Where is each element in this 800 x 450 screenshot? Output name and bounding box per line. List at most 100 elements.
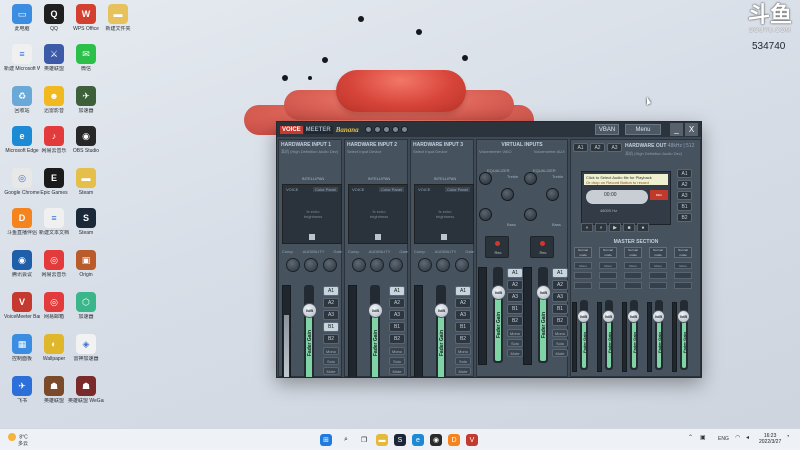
hw-out-a2[interactable]: A2 — [590, 143, 605, 152]
desktop-icon[interactable]: ☗ 英雄联盟 WeGame — [68, 376, 104, 404]
virtual-aux-mute-button[interactable]: Mute — [552, 349, 568, 357]
master-extra-button[interactable] — [599, 282, 617, 289]
master-mode-button[interactable]: Normal mode — [624, 247, 642, 258]
virtual-vaio-rec-box[interactable]: Rec — [485, 236, 509, 258]
search-icon[interactable]: ⌕ — [340, 434, 352, 446]
task-view-icon[interactable]: ❐ — [358, 434, 370, 446]
desktop-icon[interactable]: V VoiceMeeter Banana — [4, 292, 40, 320]
color-panel-button[interactable]: Color Panel — [313, 187, 338, 192]
file-explorer-icon[interactable]: ▬ — [376, 434, 388, 446]
voicemeeter-titlebar[interactable]: VOICE MEETER Banana VBAN Menu _ X — [277, 122, 701, 137]
master-mono-button[interactable]: Mono — [599, 262, 617, 269]
virtual-aux-fader-knob[interactable]: 0dB — [536, 285, 551, 300]
desktop-icon[interactable]: ♪ 网易云音乐 — [36, 126, 72, 154]
play-button[interactable]: ▶ — [609, 223, 621, 232]
desktop-icon[interactable]: ▣ Origin — [68, 250, 104, 278]
desktop-icon[interactable]: ✈ 加速器 — [68, 86, 104, 114]
solo-button[interactable]: Solo — [389, 357, 405, 365]
bus-a1-button[interactable]: A1 — [455, 286, 471, 296]
desktop-icon[interactable]: W WPS Office — [68, 4, 104, 32]
master-fader-knob[interactable]: 0dB — [627, 310, 640, 323]
desktop-icon[interactable]: e Microsoft Edge — [4, 126, 40, 154]
desktop-icon[interactable]: ≡ 新建文本文档 — [36, 208, 72, 236]
color-panel-button[interactable]: Color Panel — [445, 187, 470, 192]
gate-knob[interactable] — [455, 258, 469, 272]
forward-button[interactable]: » — [595, 223, 607, 232]
mono-button[interactable]: Mono — [389, 347, 405, 355]
fader-gain-knob[interactable]: 0dB — [302, 303, 317, 318]
master-extra-button[interactable] — [674, 282, 692, 289]
tape-out-a1[interactable]: A1 — [677, 169, 692, 178]
gate-knob[interactable] — [323, 258, 337, 272]
desktop-icon[interactable]: ◎ Google Chrome — [4, 168, 40, 196]
mute-button[interactable]: Mute — [455, 367, 471, 375]
hw-out-a1[interactable]: A1 — [573, 143, 588, 152]
solo-button[interactable]: Solo — [323, 357, 339, 365]
intellipan-pad[interactable]: INTELLIPAN VOICE Color Panel fx echo brightn… — [414, 176, 474, 244]
master-fader-knob[interactable]: 0dB — [677, 310, 690, 323]
master-extra-button[interactable] — [624, 282, 642, 289]
master-extra-button[interactable] — [649, 282, 667, 289]
virtual-vaio-fader-knob[interactable]: 0dB — [491, 285, 506, 300]
bus-a3-button[interactable]: A3 — [323, 310, 339, 320]
desktop-icon[interactable]: ▦ 控制面板 — [4, 334, 40, 362]
bus-b2-button[interactable]: B2 — [323, 334, 339, 344]
volume-icon[interactable]: ◂ — [746, 434, 749, 441]
desktop-icon[interactable]: ◉ 腾讯会议 — [4, 250, 40, 278]
master-eq-button[interactable] — [649, 272, 667, 279]
desktop-icon[interactable]: D 斗鱼直播伴侣 — [4, 208, 40, 236]
tape-out-b2[interactable]: B2 — [677, 213, 692, 222]
edge-taskbar-icon[interactable]: e — [412, 434, 424, 446]
gate-knob[interactable] — [389, 258, 403, 272]
audibility-knob[interactable] — [370, 258, 384, 272]
desktop-icon[interactable]: ☻ 迅雷影音 — [36, 86, 72, 114]
bus-b2-button[interactable]: B2 — [389, 334, 405, 344]
bus-b2-button[interactable]: B2 — [455, 334, 471, 344]
desktop-icon[interactable]: ◎ 网易云音乐 — [36, 250, 72, 278]
taskbar-clock[interactable]: 16:23 2022/3/27 — [759, 433, 781, 445]
comp-knob[interactable] — [286, 258, 300, 272]
virtual-aux-treble-knob[interactable] — [524, 172, 537, 185]
master-mono-button[interactable]: Mono — [574, 262, 592, 269]
virtual-vaio-bus-a2[interactable]: A2 — [507, 280, 523, 290]
close-button[interactable]: X — [685, 123, 698, 136]
virtual-aux-mid-knob[interactable] — [546, 188, 559, 201]
desktop-icon[interactable]: Q QQ — [36, 4, 72, 32]
desktop-icon[interactable]: ⚔ 英雄联盟 — [36, 44, 72, 72]
strip-device-select[interactable]: Select Input Device — [411, 148, 473, 154]
desktop-icon[interactable]: ♻ 回收站 — [4, 86, 40, 114]
virtual-aux-solo-button[interactable]: Solo — [552, 339, 568, 347]
desktop-icon[interactable]: ≡ 新建 Microsoft Word — [4, 44, 40, 72]
master-eq-button[interactable] — [574, 272, 592, 279]
desktop-icon[interactable]: S Steam — [68, 208, 104, 236]
virtual-vaio-mute-button[interactable]: Mute — [507, 349, 523, 357]
comp-knob[interactable] — [352, 258, 366, 272]
virtual-aux-rec-box[interactable]: Rec — [530, 236, 554, 258]
master-mono-button[interactable]: Mono — [674, 262, 692, 269]
virtual-aux-bus-b2[interactable]: B2 — [552, 316, 568, 326]
virtual-aux-bus-a1[interactable]: A1 — [552, 268, 568, 278]
virtual-vaio-bass-knob[interactable] — [479, 208, 492, 221]
douyu-taskbar-icon[interactable]: D — [448, 434, 460, 446]
voicemeeter-taskbar-icon[interactable]: V — [466, 434, 478, 446]
master-eq-button[interactable] — [599, 272, 617, 279]
windows-start-icon[interactable]: ⊞ — [320, 434, 332, 446]
virtual-vaio-mid-knob[interactable] — [501, 188, 514, 201]
tray-chevron-icon[interactable]: ⌃ — [688, 434, 693, 441]
virtual-aux-bus-b1[interactable]: B1 — [552, 304, 568, 314]
tray-app-icon[interactable]: ▣ — [700, 434, 706, 441]
mono-button[interactable]: Mono — [455, 347, 471, 355]
master-mode-button[interactable]: Normal mode — [599, 247, 617, 258]
weather-widget[interactable]: 8°C 多云 — [8, 433, 28, 447]
desktop-icon[interactable]: ◐ Wallpaper — [36, 334, 72, 362]
desktop-icon[interactable]: ▭ 此电脑 — [4, 4, 40, 32]
master-mode-button[interactable]: Normal mode — [649, 247, 667, 258]
master-mono-button[interactable]: Mono — [649, 262, 667, 269]
master-eq-button[interactable] — [674, 272, 692, 279]
intellipan-pad[interactable]: INTELLIPAN VOICE Color Panel fx echo brightn… — [348, 176, 408, 244]
intellipan-thumb[interactable] — [441, 234, 447, 240]
tape-out-b1[interactable]: B1 — [677, 202, 692, 211]
virtual-vaio-mono-button[interactable]: Mono — [507, 329, 523, 337]
fader-gain-knob[interactable]: 0dB — [434, 303, 449, 318]
virtual-vaio-solo-button[interactable]: Solo — [507, 339, 523, 347]
